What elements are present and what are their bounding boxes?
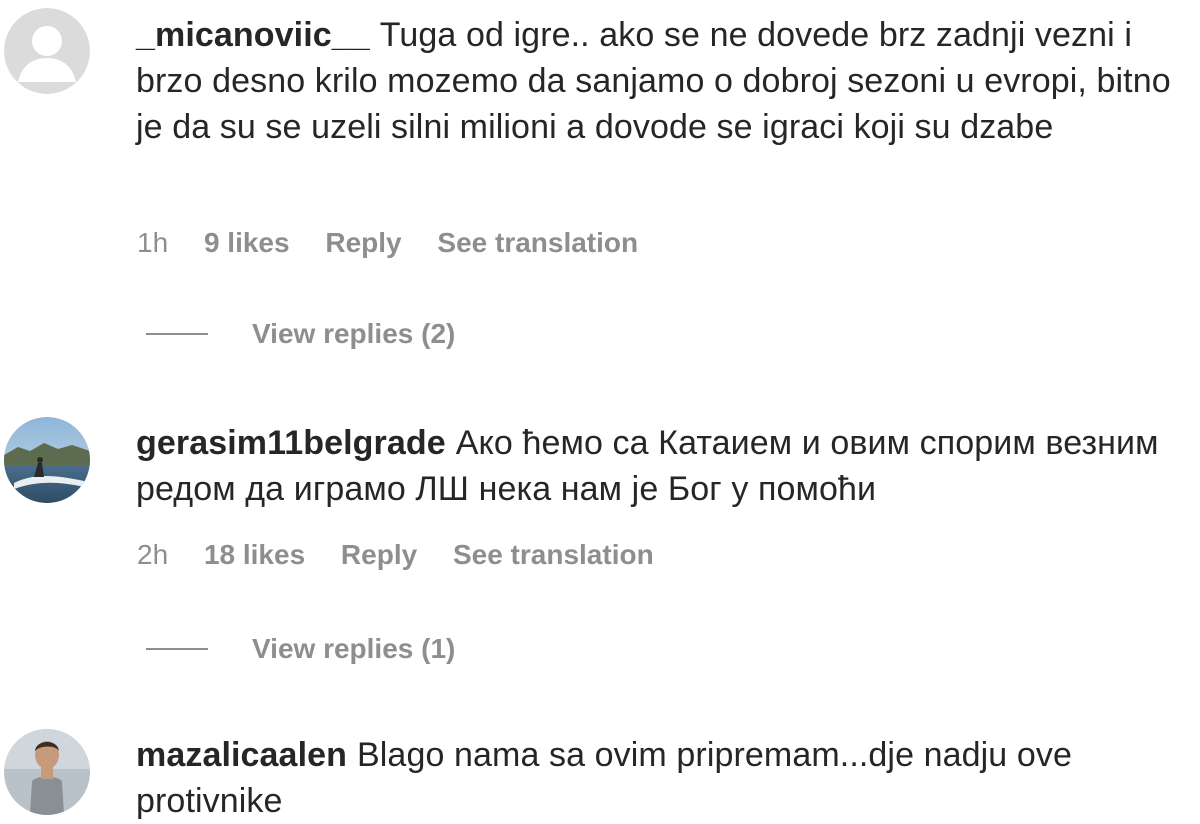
photo-avatar-person[interactable] xyxy=(4,729,90,815)
reply-button[interactable]: Reply xyxy=(325,227,401,258)
comment-username[interactable]: _micanoviic__ xyxy=(136,16,370,54)
comment-time[interactable]: 2h xyxy=(137,539,168,570)
default-avatar-icon[interactable] xyxy=(4,8,90,94)
comment-meta: 1h 9 likes Reply See translation xyxy=(137,226,666,260)
view-replies-button[interactable]: View replies (2) xyxy=(146,317,455,351)
comment-username[interactable]: mazalicaalen xyxy=(136,736,347,774)
comment-meta: 2h 18 likes Reply See translation xyxy=(137,538,682,572)
comment-text-block: _micanoviic__ Tuga od igre.. ako se ne do… xyxy=(136,12,1176,150)
see-translation-button[interactable]: See translation xyxy=(437,227,638,258)
comment-time[interactable]: 1h xyxy=(137,227,168,258)
view-replies-button[interactable]: View replies (1) xyxy=(146,632,455,666)
view-replies-label: View replies (1) xyxy=(252,633,456,664)
replies-divider-line xyxy=(146,648,208,650)
reply-button[interactable]: Reply xyxy=(341,539,417,570)
photo-avatar-surfing[interactable] xyxy=(4,417,90,503)
comment-text-block: mazalicaalen Blago nama sa ovim pripremam… xyxy=(136,732,1176,824)
likes-count[interactable]: 9 likes xyxy=(204,227,290,258)
see-translation-button[interactable]: See translation xyxy=(453,539,654,570)
replies-divider-line xyxy=(146,333,208,335)
likes-count[interactable]: 18 likes xyxy=(204,539,305,570)
view-replies-label: View replies (2) xyxy=(252,318,456,349)
comment-username[interactable]: gerasim11belgrade xyxy=(136,424,446,462)
comment-text-block: gerasim11belgrade Ако ћемо са Катаием и о… xyxy=(136,420,1176,512)
